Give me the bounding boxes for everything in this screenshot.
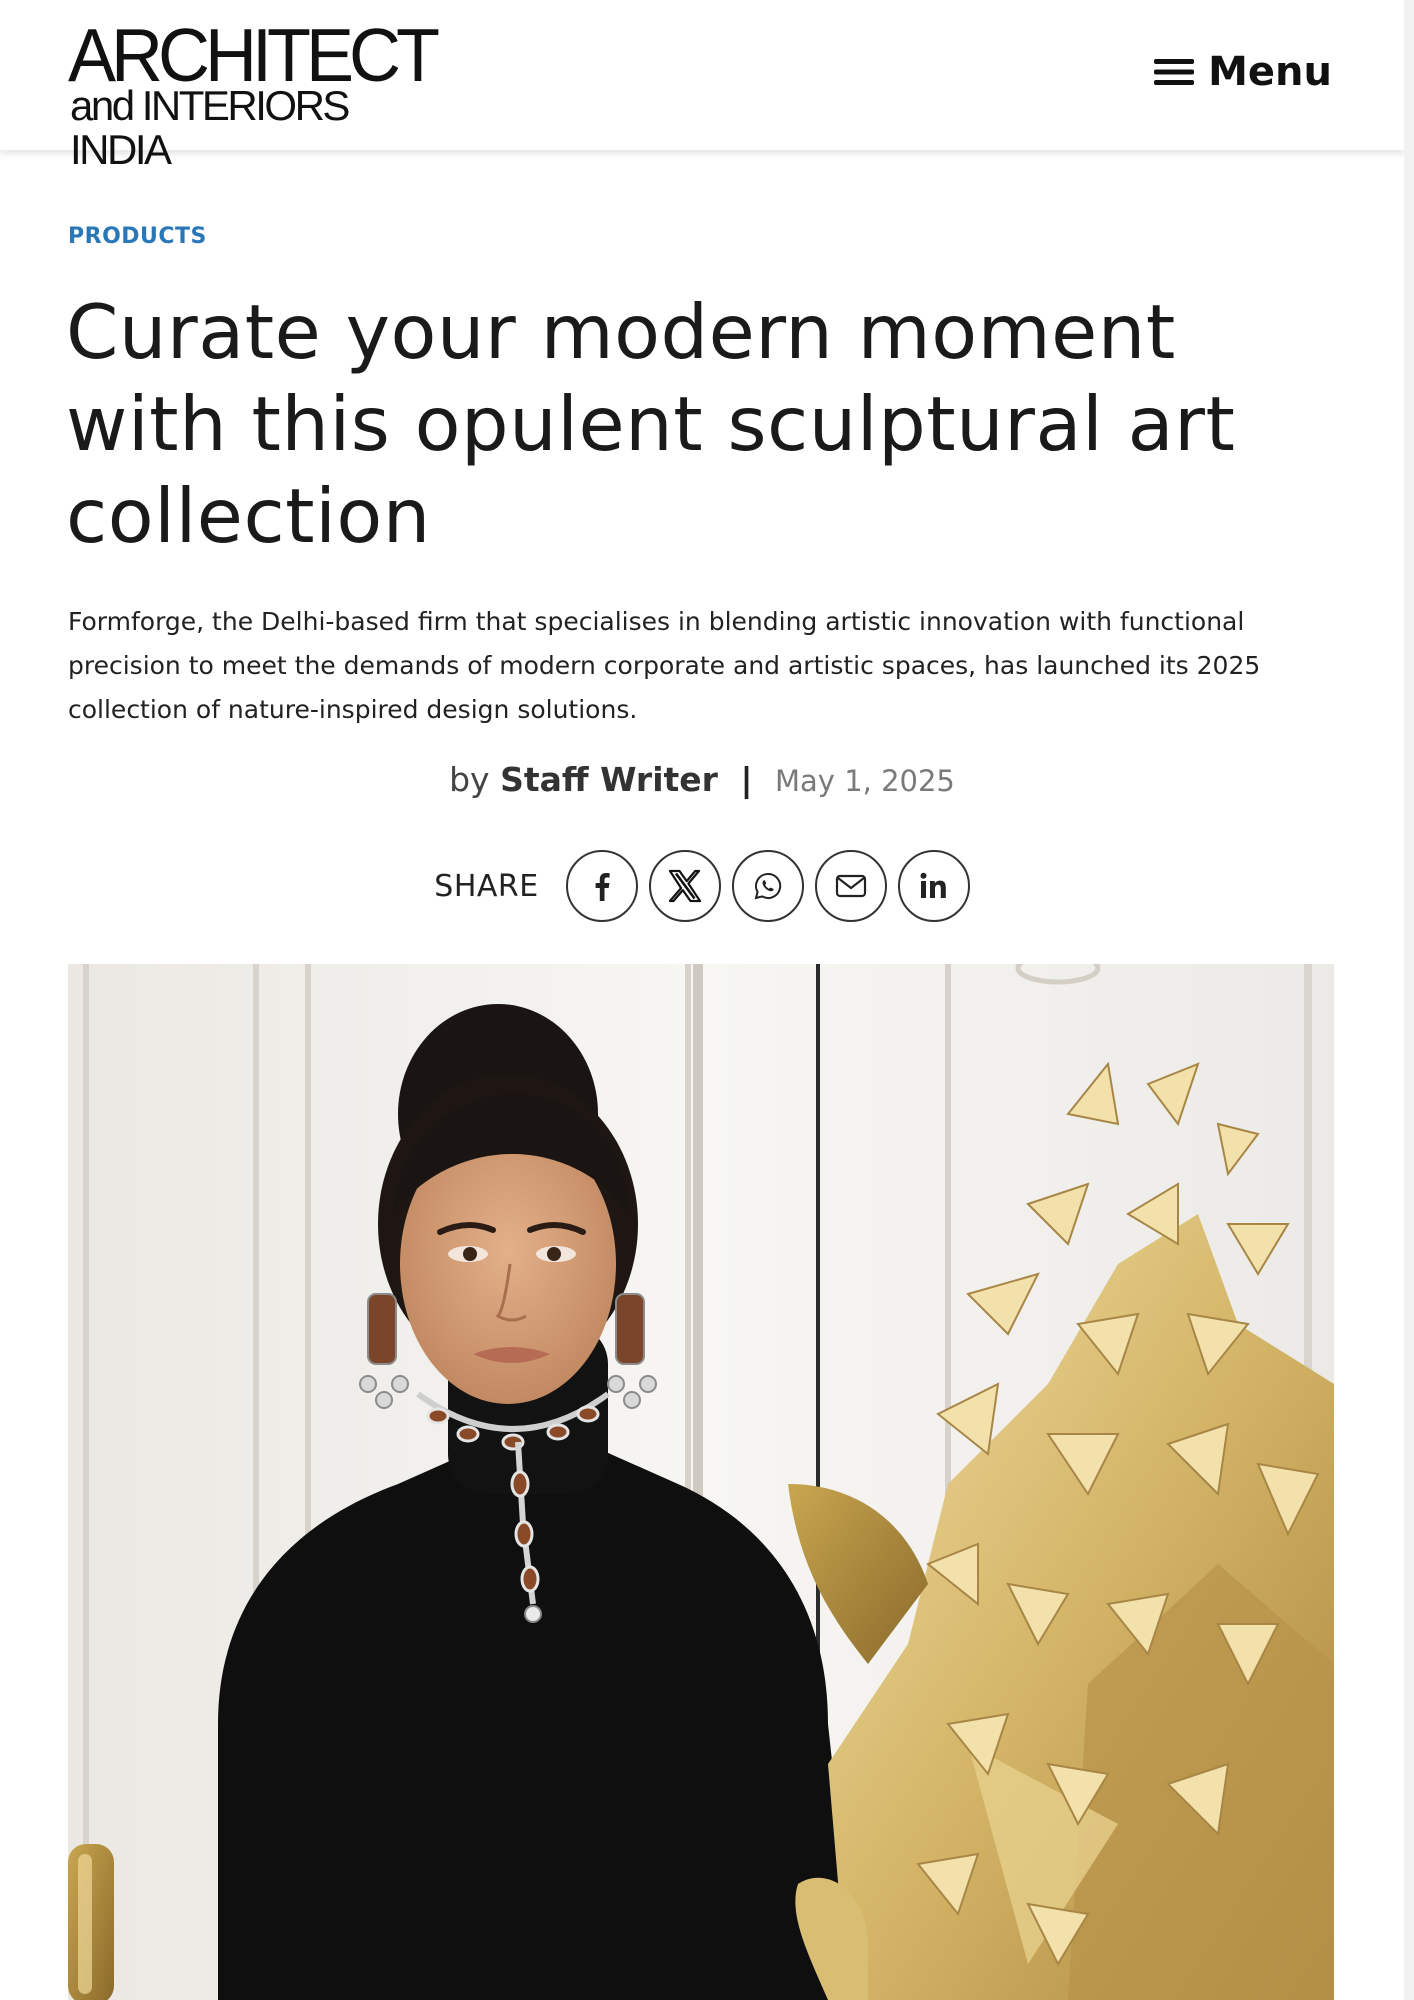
hero-illustration	[68, 964, 1334, 2000]
whatsapp-icon	[754, 872, 781, 900]
scrollbar-track[interactable]	[1404, 0, 1414, 2000]
share-bar: SHARE	[0, 848, 1404, 924]
menu-label: Menu	[1208, 49, 1332, 95]
share-x-button[interactable]	[648, 850, 721, 922]
menu-button[interactable]: Menu	[1154, 46, 1332, 98]
page: ARCHITECT and INTERIORS INDIA Menu PRODU…	[0, 0, 1404, 2000]
article-dek: Formforge, the Delhi-based firm that spe…	[68, 607, 1261, 724]
article-headline: Curate your modern moment with this opul…	[66, 288, 1236, 560]
hero-image	[68, 964, 1334, 2000]
publish-date: May 1, 2025	[775, 764, 955, 798]
share-whatsapp-button[interactable]	[731, 850, 804, 922]
byline-separator: |	[740, 760, 753, 799]
category-link[interactable]: PRODUCTS	[68, 224, 207, 249]
site-logo[interactable]: ARCHITECT and INTERIORS INDIA	[68, 18, 448, 172]
share-facebook-button[interactable]	[565, 850, 638, 922]
share-linkedin-button[interactable]	[897, 850, 970, 922]
author-link[interactable]: Staff Writer	[500, 760, 718, 799]
x-icon	[668, 869, 701, 903]
share-email-button[interactable]	[814, 850, 887, 922]
logo-subline: and INTERIORS INDIA	[70, 82, 350, 173]
email-icon	[835, 874, 866, 898]
byline-prefix: by	[449, 760, 490, 799]
facebook-icon	[595, 873, 610, 901]
hamburger-icon	[1154, 59, 1195, 85]
share-label: SHARE	[434, 868, 539, 904]
byline: by Staff Writer | May 1, 2025	[0, 760, 1404, 799]
site-header: ARCHITECT and INTERIORS INDIA Menu	[0, 0, 1404, 172]
linkedin-icon	[920, 872, 946, 898]
